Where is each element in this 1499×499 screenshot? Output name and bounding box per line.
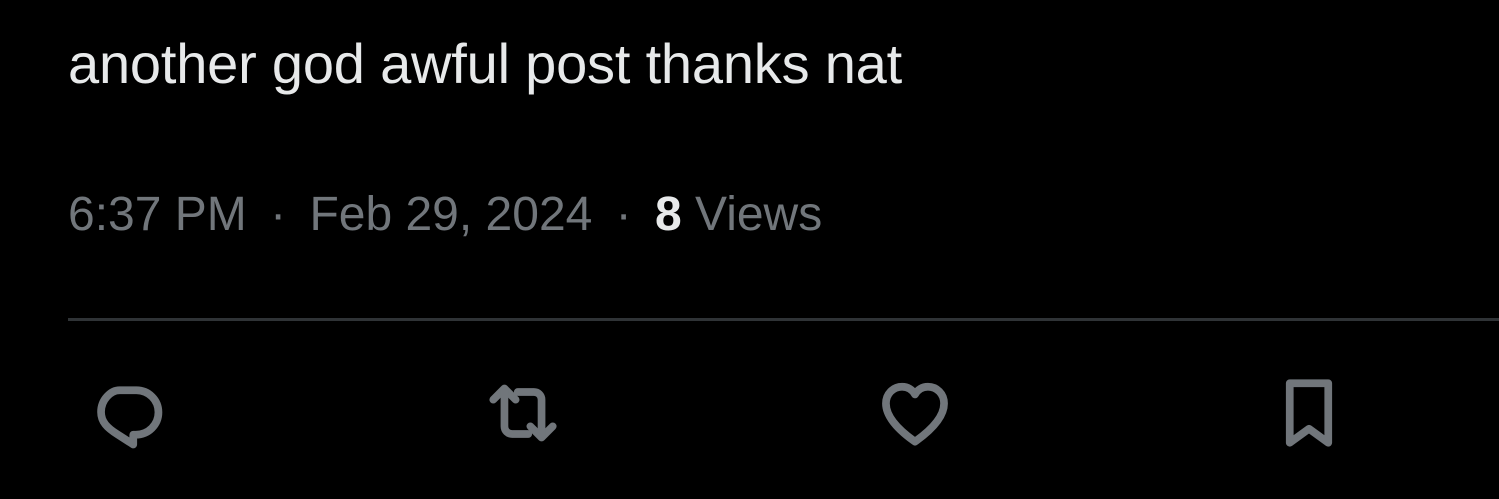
- bookmark-icon: [1267, 371, 1351, 460]
- tweet-text: another god awful post thanks nat: [68, 32, 902, 95]
- repost-button[interactable]: [478, 370, 568, 460]
- reply-icon: [86, 371, 170, 460]
- tweet-date[interactable]: Feb 29, 2024: [309, 188, 592, 241]
- bookmark-button[interactable]: [1264, 370, 1354, 460]
- tweet-meta: 6:37 PM · Feb 29, 2024 · 8 Views: [68, 182, 822, 248]
- tweet-time[interactable]: 6:37 PM: [68, 188, 247, 241]
- like-button[interactable]: [870, 370, 960, 460]
- views-count: 8: [655, 188, 682, 241]
- reply-button[interactable]: [83, 370, 173, 460]
- action-bar: [0, 360, 1499, 470]
- divider: [68, 318, 1499, 321]
- views-label: Views: [695, 188, 823, 241]
- heart-icon: [873, 371, 957, 460]
- repost-icon: [481, 371, 565, 460]
- meta-separator: ·: [270, 188, 287, 241]
- meta-separator: ·: [615, 188, 632, 241]
